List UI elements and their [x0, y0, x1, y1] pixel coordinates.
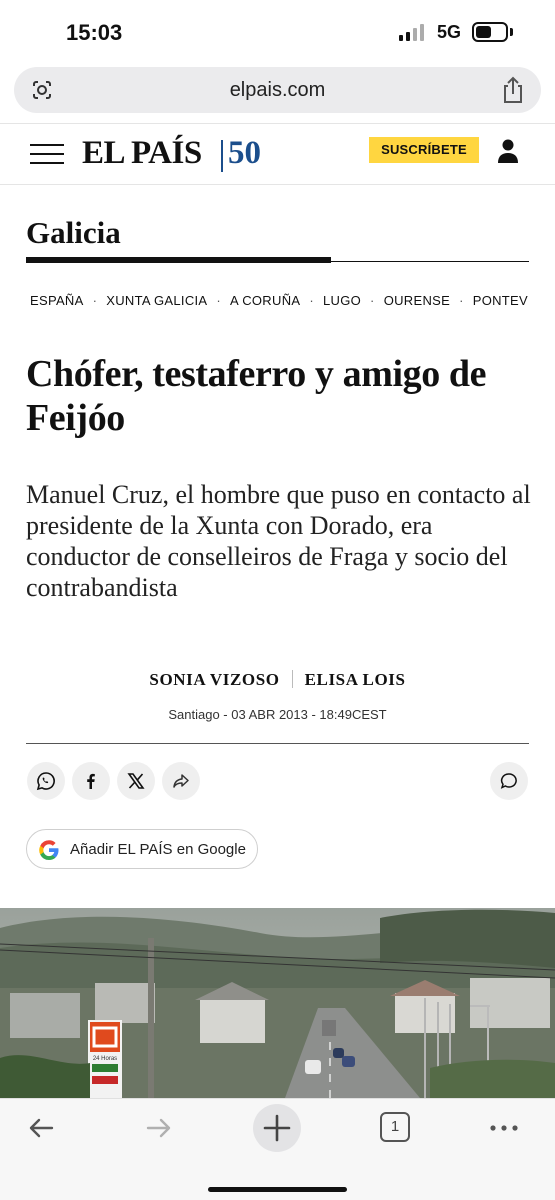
section-rule-thin [331, 261, 529, 262]
google-icon [39, 840, 59, 860]
subnav-item-espana[interactable]: ESPAÑA [30, 293, 84, 308]
share-icon[interactable] [501, 76, 525, 104]
tabs-icon[interactable]: 1 [380, 1112, 410, 1142]
divider [26, 743, 529, 744]
battery-icon [472, 22, 508, 42]
forward-arrow-icon [146, 1118, 171, 1138]
menu-icon[interactable] [30, 144, 64, 164]
comments-button[interactable] [490, 762, 528, 800]
address-bar[interactable]: elpais.com [14, 67, 541, 113]
add-to-google-label: Añadir EL PAÍS en Google [70, 841, 246, 858]
network-label: 5G [437, 22, 462, 42]
facebook-icon [87, 773, 95, 789]
author-link[interactable]: ELISA LOIS [305, 670, 406, 689]
road-landscape-photo: 24 Horas [0, 908, 555, 1098]
url-text[interactable]: elpais.com [14, 79, 541, 102]
subnav-item-xunta-galicia[interactable]: XUNTA GALICIA [106, 293, 207, 308]
subscribe-button[interactable]: SUSCRÍBETE [369, 137, 479, 163]
subnav-item-pontevedra[interactable]: PONTEVEDRA [473, 293, 528, 308]
section-subnav: ESPAÑA · XUNTA GALICIA · A CORUÑA · LUGO · OUREN… [30, 293, 528, 308]
section-title[interactable]: Galicia [26, 215, 121, 251]
subnav-separator: · [92, 293, 98, 308]
subnav-separator: · [459, 293, 464, 308]
byline: SONIA VIZOSO ELISA LOIS [0, 670, 555, 690]
status-time: 15:03 [66, 20, 123, 45]
home-indicator [208, 1187, 347, 1192]
photo-sign-text: 24 Horas [93, 1056, 117, 1062]
more-button[interactable] [489, 1113, 519, 1143]
share-button[interactable] [162, 762, 200, 800]
subnav-separator: · [216, 293, 222, 308]
subnav-separator: · [370, 293, 375, 308]
new-tab-plus-icon [263, 1114, 291, 1142]
comment-icon [500, 773, 517, 789]
section-rule [26, 257, 331, 263]
article-dateline: Santiago - 03 ABR 2013 - 18:49CEST [168, 707, 387, 722]
author-link[interactable]: SONIA VIZOSO [149, 670, 279, 689]
site-header: EL PAÍS 50 SUSCRÍBETE [0, 123, 555, 185]
article-headline: Chófer, testaferro y amigo de Feijóo [26, 353, 487, 439]
facebook-share-button[interactable] [72, 762, 110, 800]
status-bar: 15:03 5G [0, 0, 555, 62]
subnav-item-ourense[interactable]: OURENSE [384, 293, 450, 308]
battery-tip [510, 28, 513, 36]
subnav-separator: · [309, 293, 314, 308]
signal-icon [399, 24, 424, 41]
more-dots-icon [490, 1125, 518, 1131]
site-logo[interactable]: EL PAÍS [82, 135, 202, 172]
browser-toolbar: 1 [0, 1098, 555, 1200]
back-button[interactable] [26, 1113, 56, 1143]
subnav-item-a-coruna[interactable]: A CORUÑA [230, 293, 300, 308]
back-arrow-icon [29, 1118, 54, 1138]
whatsapp-icon [36, 772, 55, 791]
whatsapp-share-button[interactable] [27, 762, 65, 800]
article-photo: 24 Horas [0, 908, 555, 1098]
byline-separator [291, 670, 293, 688]
add-to-google-button[interactable]: Añadir EL PAÍS en Google [26, 829, 258, 869]
new-tab-button[interactable] [253, 1104, 301, 1152]
subnav-item-lugo[interactable]: LUGO [323, 293, 361, 308]
x-share-button[interactable] [117, 762, 155, 800]
user-icon[interactable] [496, 138, 520, 164]
x-icon [127, 773, 145, 789]
logo-anniversary-badge: 50 [228, 135, 261, 171]
share-arrow-icon [173, 774, 189, 788]
article-dek: Manuel Cruz, el hombre que puso en conta… [26, 480, 531, 602]
forward-button[interactable] [144, 1113, 174, 1143]
logo-divider [221, 140, 223, 172]
